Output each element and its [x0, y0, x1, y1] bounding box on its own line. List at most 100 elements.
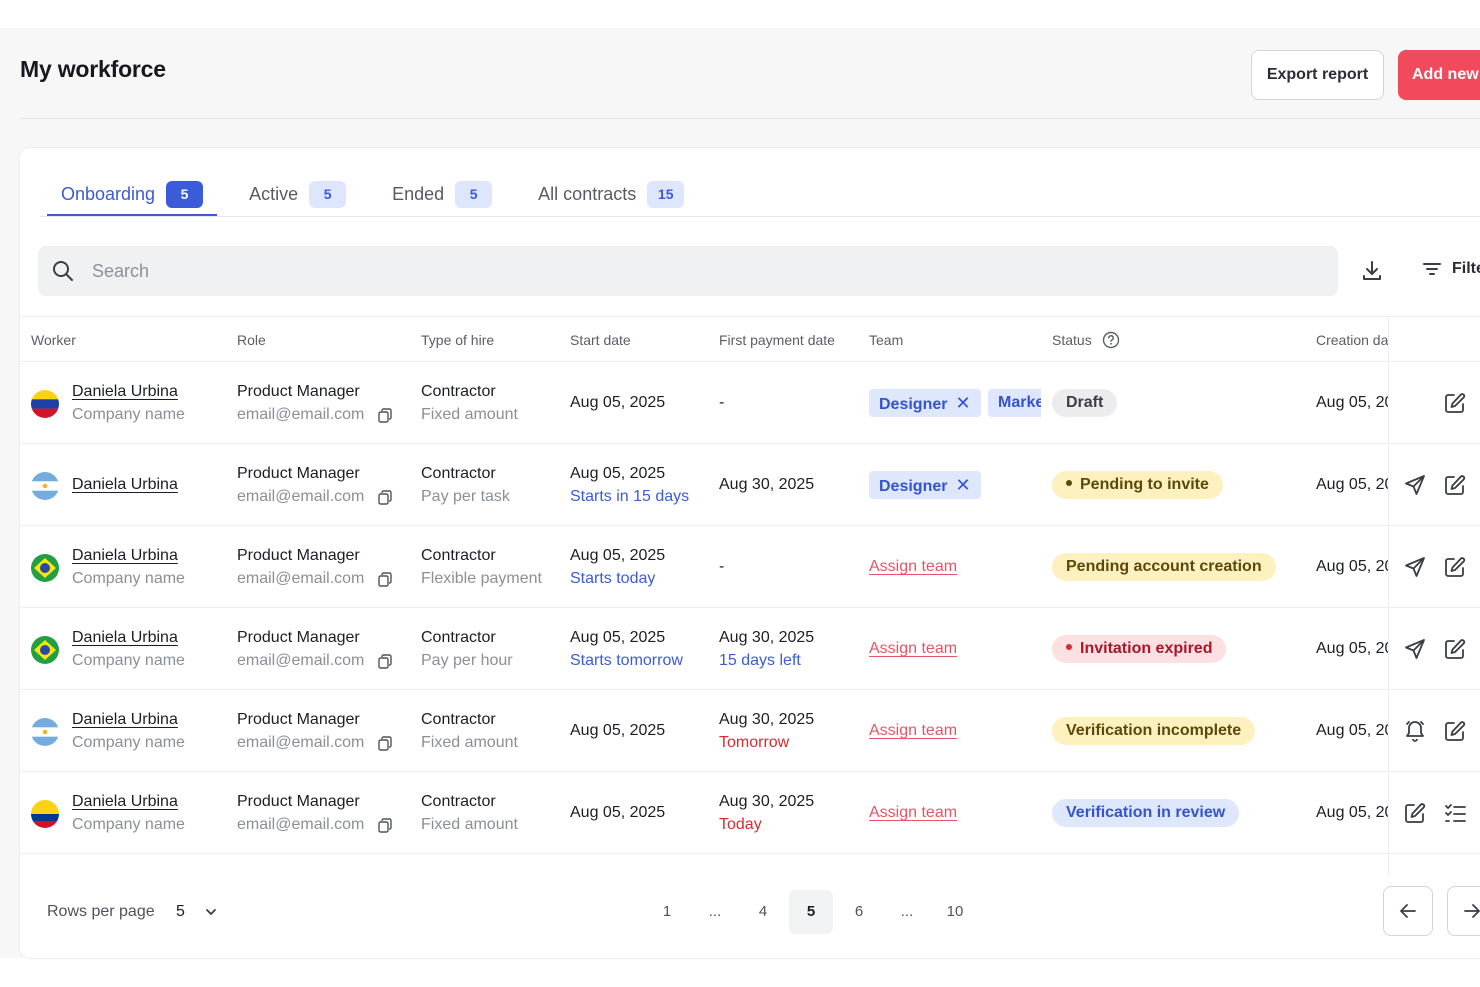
- worker-name-link[interactable]: Daniela Urbina: [72, 547, 178, 565]
- send-icon[interactable]: [1404, 474, 1426, 496]
- sticky-column-divider: [1388, 316, 1389, 876]
- payment-date-note: 15 days left: [719, 652, 801, 669]
- copy-icon[interactable]: [378, 654, 392, 669]
- creation-date: Aug 05, 2025: [1316, 640, 1388, 657]
- page-link[interactable]: 10: [933, 890, 977, 934]
- worker-name-link[interactable]: Daniela Urbina: [72, 476, 178, 494]
- column-header-worker[interactable]: Worker: [31, 317, 76, 363]
- column-header-role[interactable]: Role: [237, 317, 266, 363]
- edit-icon[interactable]: [1404, 802, 1426, 824]
- tab-count-badge: 5: [166, 181, 204, 208]
- edit-icon[interactable]: [1444, 720, 1466, 742]
- first-payment-date: Aug 30, 2025: [719, 711, 815, 728]
- copy-icon[interactable]: [378, 736, 392, 751]
- tab-ended[interactable]: Ended 5: [378, 173, 506, 216]
- tab-active[interactable]: Active 5: [235, 173, 360, 216]
- flag-venezuela-icon: [31, 390, 59, 418]
- team-chip-label: Marketing: [998, 394, 1041, 411]
- status-badge: Pending account creation: [1052, 553, 1276, 581]
- creation-date: Aug 05, 2025: [1316, 804, 1388, 821]
- copy-icon[interactable]: [378, 490, 392, 505]
- chevron-down-icon[interactable]: [204, 905, 218, 919]
- worker-name-link[interactable]: Daniela Urbina: [72, 383, 178, 401]
- worker-name-link[interactable]: Daniela Urbina: [72, 711, 178, 729]
- copy-icon[interactable]: [378, 408, 392, 423]
- table-row[interactable]: Daniela Urbina Product Manager email@ema…: [20, 444, 1480, 526]
- column-header-type[interactable]: Type of hire: [421, 317, 494, 363]
- send-icon[interactable]: [1404, 556, 1426, 578]
- search-icon: [53, 261, 73, 281]
- help-icon[interactable]: [1102, 331, 1120, 349]
- worker-name-link[interactable]: Daniela Urbina: [72, 629, 178, 647]
- company-name: Company name: [72, 406, 185, 423]
- bell-icon[interactable]: [1404, 719, 1426, 743]
- assign-team-link[interactable]: Assign team: [869, 558, 957, 576]
- worker-email: email@email.com: [237, 570, 365, 587]
- worker-name-link[interactable]: Daniela Urbina: [72, 793, 178, 811]
- tab-onboarding[interactable]: Onboarding 5: [47, 173, 218, 216]
- filters-label: Filters: [1452, 260, 1480, 277]
- start-date: Aug 05, 2025: [570, 629, 666, 646]
- table-header: Worker Role Type of hire Start date Firs…: [20, 316, 1480, 362]
- column-header-status[interactable]: Status: [1052, 317, 1120, 363]
- column-header-creation[interactable]: Creation date: [1316, 317, 1388, 363]
- first-payment-date: Aug 30, 2025: [719, 793, 815, 810]
- add-new-button[interactable]: Add new: [1398, 50, 1480, 100]
- tab-count-badge: 5: [309, 181, 347, 208]
- checklist-icon[interactable]: [1444, 803, 1466, 823]
- column-header-start[interactable]: Start date: [570, 317, 631, 363]
- page-ellipsis: ...: [900, 903, 914, 920]
- table-row[interactable]: Daniela Urbina Company name Product Mana…: [20, 526, 1480, 608]
- table-row[interactable]: Daniela Urbina Company name Product Mana…: [20, 608, 1480, 690]
- table-row[interactable]: Daniela Urbina Company name Product Mana…: [20, 690, 1480, 772]
- page-link[interactable]: 1: [645, 890, 689, 934]
- status-badge: Draft: [1052, 389, 1118, 417]
- workforce-card: Onboarding 5 Active 5 Ended 5 All contra…: [20, 148, 1480, 958]
- hire-subtype: Pay per hour: [421, 652, 513, 669]
- column-header-team[interactable]: Team: [869, 317, 903, 363]
- assign-team-link[interactable]: Assign team: [869, 640, 957, 658]
- rows-per-page-label: Rows per page: [47, 903, 155, 920]
- tabs-divider: [40, 216, 1480, 217]
- next-page-button[interactable]: [1447, 886, 1480, 936]
- team-chip-clip: Marketing: [988, 389, 1041, 417]
- filters-button[interactable]: Filters: [1422, 259, 1480, 279]
- worker-email: email@email.com: [237, 652, 365, 669]
- creation-date: Aug 05, 2025: [1316, 476, 1388, 493]
- assign-team-link[interactable]: Assign team: [869, 722, 957, 740]
- download-icon[interactable]: [1360, 259, 1384, 283]
- page-link[interactable]: 6: [837, 890, 881, 934]
- team-chip: Designer ✕: [869, 389, 981, 417]
- copy-icon[interactable]: [378, 572, 392, 587]
- rows-per-page-select[interactable]: 5: [176, 903, 185, 921]
- close-icon[interactable]: ✕: [955, 393, 970, 413]
- close-icon[interactable]: ✕: [955, 475, 970, 495]
- search-input[interactable]: [92, 246, 1292, 296]
- table-row[interactable]: Daniela Urbina Company name Product Mana…: [20, 362, 1480, 444]
- start-date: Aug 05, 2025: [570, 465, 666, 482]
- page-link[interactable]: 4: [741, 890, 785, 934]
- edit-icon[interactable]: [1444, 638, 1466, 660]
- tab-all-contracts[interactable]: All contracts 15: [524, 173, 698, 216]
- creation-date: Aug 05, 2025: [1316, 394, 1388, 411]
- previous-page-button[interactable]: [1383, 886, 1433, 936]
- column-header-payment[interactable]: First payment date: [719, 317, 835, 363]
- edit-icon[interactable]: [1444, 474, 1466, 496]
- role-title: Product Manager: [237, 547, 360, 564]
- edit-icon[interactable]: [1444, 392, 1466, 414]
- edit-icon[interactable]: [1444, 556, 1466, 578]
- assign-team-link[interactable]: Assign team: [869, 804, 957, 822]
- status-badge: Verification in review: [1052, 799, 1240, 827]
- table-row[interactable]: Daniela Urbina Company name Product Mana…: [20, 772, 1480, 854]
- copy-icon[interactable]: [378, 818, 392, 833]
- page-link-current[interactable]: 5: [789, 890, 833, 934]
- company-name: Company name: [72, 734, 185, 751]
- export-report-button[interactable]: Export report: [1251, 50, 1384, 100]
- hire-subtype: Fixed amount: [421, 406, 518, 423]
- start-date: Aug 05, 2025: [570, 394, 666, 411]
- worker-email: email@email.com: [237, 406, 365, 423]
- role-title: Product Manager: [237, 629, 360, 646]
- first-payment-date: Aug 30, 2025: [719, 476, 815, 493]
- send-icon[interactable]: [1404, 638, 1426, 660]
- status-label: Pending to invite: [1080, 476, 1209, 493]
